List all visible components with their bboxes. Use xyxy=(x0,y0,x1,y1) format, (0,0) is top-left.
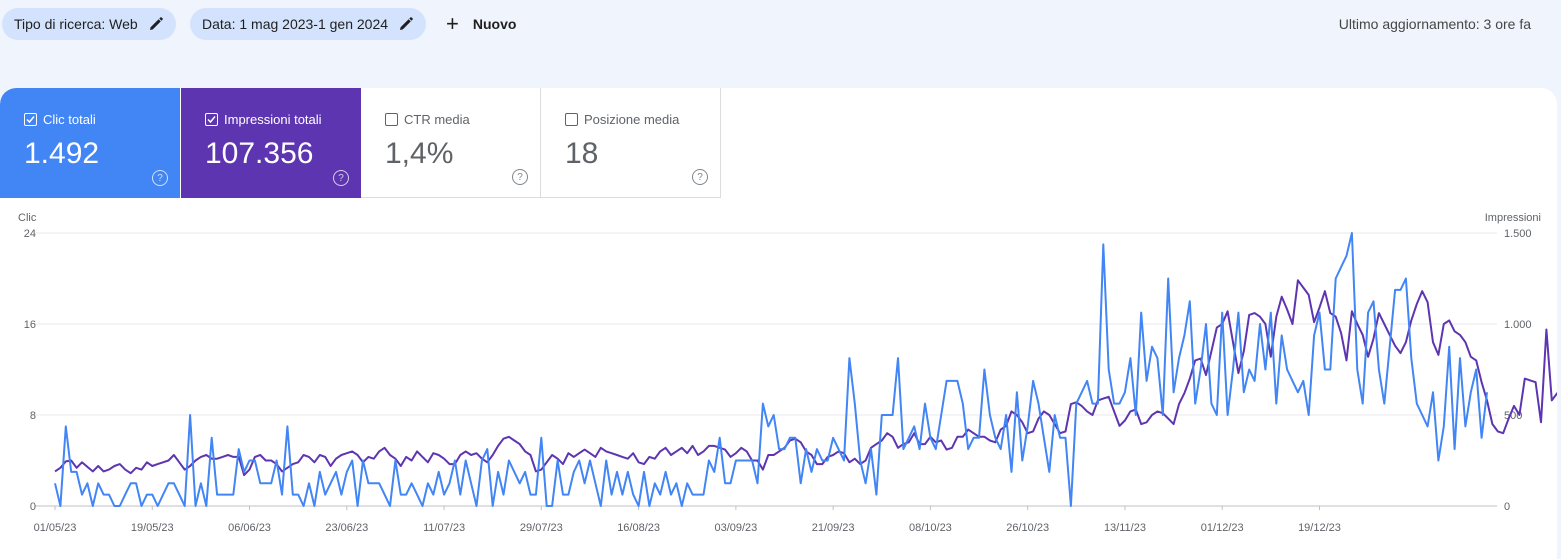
x-tick-label: 01/05/23 xyxy=(34,522,77,534)
series-line-impressioni xyxy=(54,279,1557,477)
last-update-text: Ultimo aggiornamento: 3 ore fa xyxy=(1338,16,1531,32)
x-tick-label: 01/12/23 xyxy=(1201,522,1244,534)
date-range-label: Data: 1 mag 2023-1 gen 2024 xyxy=(202,16,389,32)
metric-label: Posizione media xyxy=(584,112,680,127)
performance-card: Clic totali 1.492 ? Impressioni totali 1… xyxy=(0,88,1557,559)
y-right-tick-label: 1.000 xyxy=(1504,319,1532,331)
help-icon[interactable]: ? xyxy=(152,170,168,186)
y-left-tick-label: 24 xyxy=(24,228,36,240)
x-tick-label: 29/07/23 xyxy=(520,522,563,534)
x-tick-label: 13/11/23 xyxy=(1104,522,1146,534)
help-icon[interactable]: ? xyxy=(333,170,349,186)
metric-value: 1.492 xyxy=(24,137,100,170)
x-tick-label: 19/05/23 xyxy=(131,522,174,534)
pencil-icon[interactable] xyxy=(398,16,414,32)
x-axis-ticks: 01/05/23 19/05/23 06/06/23 23/06/23 11/07/23… xyxy=(34,506,1341,534)
plus-icon: + xyxy=(446,11,459,36)
y-right-tick-label: 0 xyxy=(1504,501,1510,513)
checkbox-checked-icon[interactable] xyxy=(205,113,218,126)
y-left-ticks: 0 8 16 24 xyxy=(24,228,36,513)
y-left-tick-label: 0 xyxy=(30,501,36,513)
metric-average-position[interactable]: Posizione media 18 ? xyxy=(541,88,721,198)
pencil-icon[interactable] xyxy=(148,16,164,32)
y-left-tick-label: 8 xyxy=(30,410,36,422)
x-tick-label: 23/06/23 xyxy=(325,522,368,534)
metric-value: 18 xyxy=(565,137,599,170)
new-filter-button[interactable]: + Nuovo xyxy=(446,8,516,40)
metric-label: Impressioni totali xyxy=(224,112,322,127)
new-filter-label: Nuovo xyxy=(472,16,517,32)
checkbox-unchecked-icon[interactable] xyxy=(385,113,398,126)
metric-value: 1,4% xyxy=(385,137,454,170)
checkbox-unchecked-icon[interactable] xyxy=(565,113,578,126)
series-line-clic xyxy=(54,232,1488,507)
x-tick-label: 11/07/23 xyxy=(423,522,465,534)
checkbox-checked-icon[interactable] xyxy=(24,113,37,126)
x-tick-label: 19/12/23 xyxy=(1298,522,1341,534)
help-icon[interactable]: ? xyxy=(692,169,708,185)
filter-bar: Tipo di ricerca: Web Data: 1 mag 2023-1 … xyxy=(0,0,1561,48)
metric-label: Clic totali xyxy=(43,112,96,127)
x-tick-label: 06/06/23 xyxy=(228,522,271,534)
metric-total-impressions[interactable]: Impressioni totali 107.356 ? xyxy=(181,88,361,198)
search-type-filter-chip[interactable]: Tipo di ricerca: Web xyxy=(2,8,176,40)
chart-series xyxy=(54,232,1557,507)
metric-value: 107.356 xyxy=(205,137,314,170)
y-right-axis-label: Impressioni xyxy=(1485,212,1541,224)
y-right-ticks: 05001.0001.500 xyxy=(1504,228,1532,513)
performance-line-chart[interactable]: Clic Impressioni 081624 05001.0001.500 0… xyxy=(0,199,1557,559)
x-tick-label: 16/08/23 xyxy=(617,522,660,534)
x-tick-label: 03/09/23 xyxy=(714,522,757,534)
help-icon[interactable]: ? xyxy=(512,169,528,185)
metric-total-clicks[interactable]: Clic totali 1.492 ? xyxy=(0,88,180,198)
x-tick-label: 26/10/23 xyxy=(1006,522,1049,534)
chart-grid xyxy=(35,232,1497,507)
y-right-tick-label: 1.500 xyxy=(1504,228,1532,240)
x-tick-label: 21/09/23 xyxy=(812,522,855,534)
metric-label: CTR media xyxy=(404,112,470,127)
date-filter-chip[interactable]: Data: 1 mag 2023-1 gen 2024 xyxy=(190,8,427,40)
search-type-label: Tipo di ricerca: Web xyxy=(14,16,138,32)
x-tick-label: 08/10/23 xyxy=(909,522,952,534)
y-left-axis-label: Clic xyxy=(18,212,37,224)
y-left-tick-label: 16 xyxy=(24,319,36,331)
metric-average-ctr[interactable]: CTR media 1,4% ? xyxy=(361,88,541,198)
